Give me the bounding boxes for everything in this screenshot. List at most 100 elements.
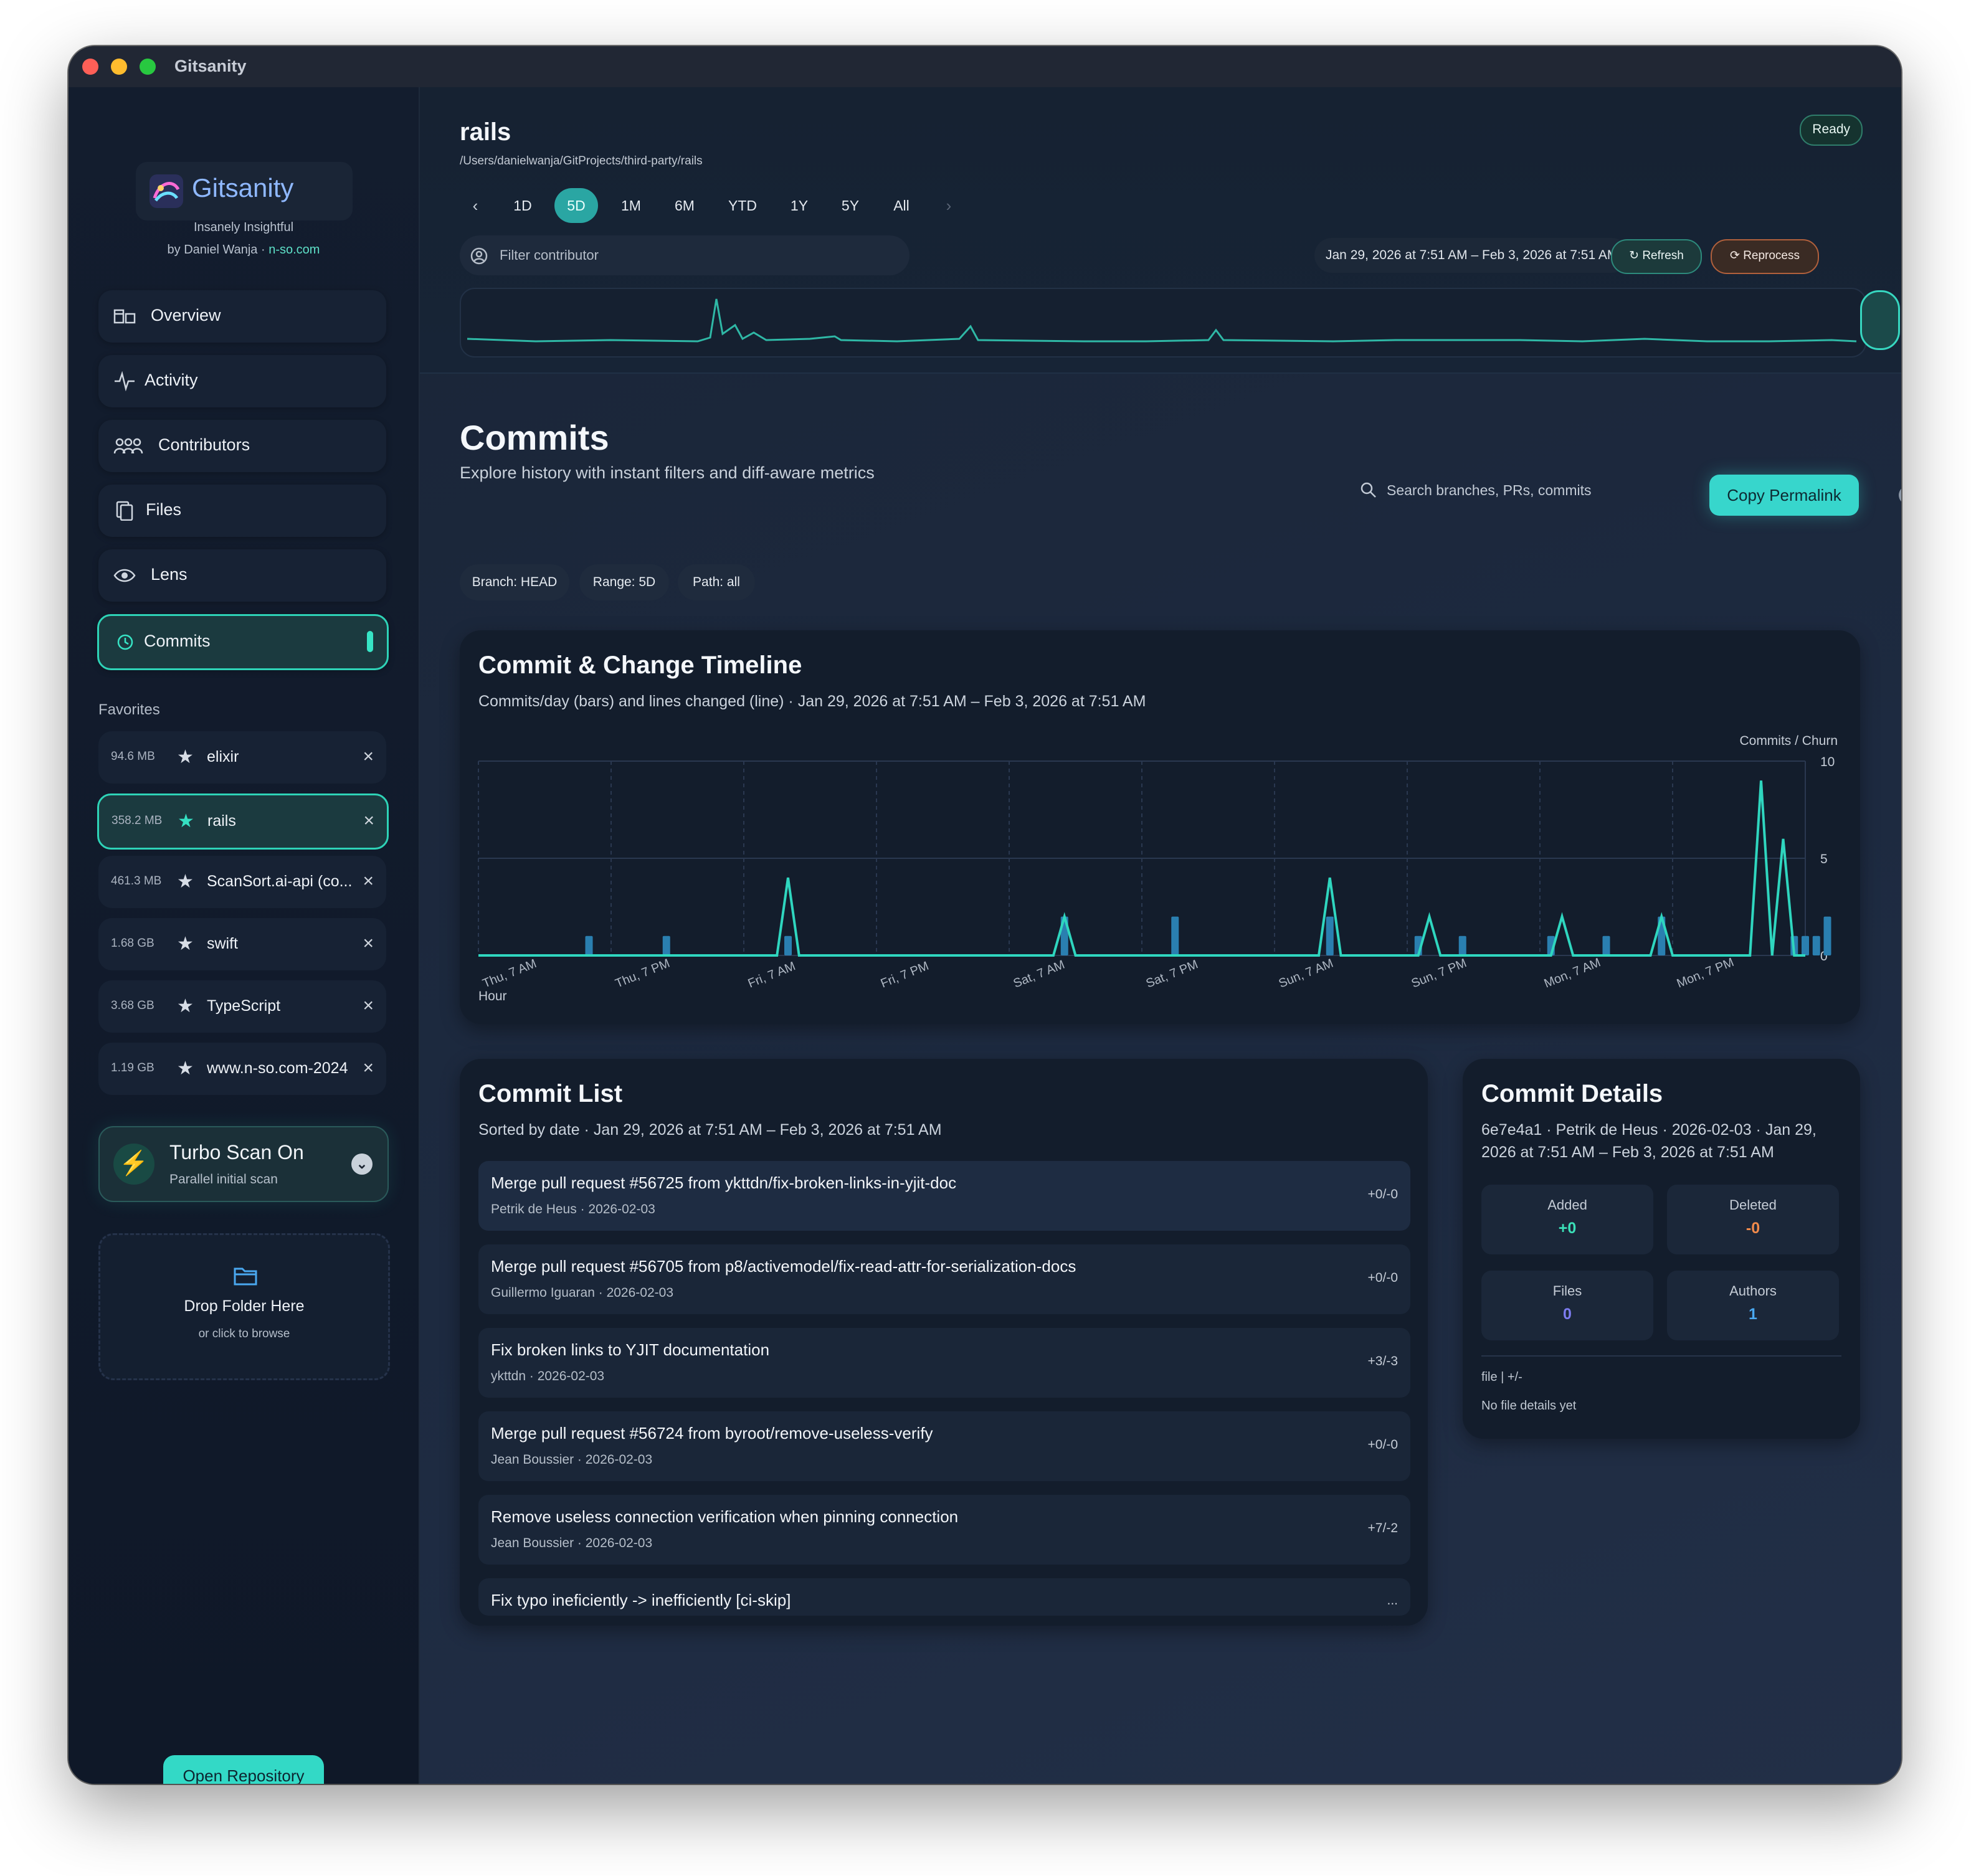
range-1m[interactable]: 1M bbox=[609, 188, 653, 223]
remove-favorite-icon[interactable]: × bbox=[363, 746, 374, 767]
title-bar: Gitsanity bbox=[69, 46, 1901, 88]
commit-diff: +0/-0 bbox=[1367, 1271, 1398, 1285]
bolt-icon: ⚡ bbox=[113, 1144, 154, 1185]
sidebar-item-overview[interactable]: Overview bbox=[98, 290, 386, 343]
chevron-down-icon[interactable]: ⌄ bbox=[351, 1154, 373, 1175]
stat-label: Added bbox=[1547, 1197, 1587, 1213]
star-icon[interactable]: ★ bbox=[177, 871, 194, 893]
sidebar-item-label: Files bbox=[146, 500, 182, 519]
commit-row[interactable]: Fix broken links to YJIT documentation y… bbox=[478, 1328, 1410, 1398]
history-icon bbox=[117, 634, 133, 650]
range-ytd[interactable]: YTD bbox=[718, 188, 767, 223]
open-repository-button[interactable]: Open Repository bbox=[163, 1755, 324, 1784]
refresh-button[interactable]: ↻ Refresh bbox=[1611, 239, 1702, 274]
filter-placeholder: Filter contributor bbox=[500, 247, 599, 263]
chevron-left-icon[interactable]: ‹ bbox=[460, 188, 491, 223]
sidebar-item-label: Overview bbox=[151, 306, 221, 325]
sidebar-item-lens[interactable]: Lens bbox=[98, 549, 386, 602]
sidebar-item-label: Activity bbox=[145, 371, 198, 389]
x-tick-label: Thu, 7 AM bbox=[481, 957, 539, 991]
commit-author: Jean Boussier · 2026-02-03 bbox=[491, 1536, 653, 1550]
window-title: Gitsanity bbox=[174, 57, 247, 75]
empty-state-text: No file details yet bbox=[1481, 1399, 1577, 1413]
x-tick-label: Mon, 7 AM bbox=[1542, 955, 1603, 990]
range-5d[interactable]: 5D bbox=[554, 188, 598, 223]
range-all[interactable]: All bbox=[881, 188, 922, 223]
remove-favorite-icon[interactable]: × bbox=[363, 933, 374, 954]
search-placeholder: Search branches, PRs, commits bbox=[1387, 482, 1592, 498]
star-icon[interactable]: ★ bbox=[177, 995, 194, 1017]
range-sparkline[interactable] bbox=[460, 288, 1866, 358]
timeline-chart: Commits / Churn Hour 0510 Thu, 7 AM Thu, … bbox=[478, 734, 1838, 1003]
branch-chip[interactable]: Branch: HEAD bbox=[460, 564, 569, 600]
range-drag-handle[interactable] bbox=[1860, 290, 1900, 350]
range-5y[interactable]: 5Y bbox=[830, 188, 871, 223]
range-1y[interactable]: 1Y bbox=[779, 188, 820, 223]
star-icon[interactable]: ★ bbox=[178, 810, 194, 832]
commit-bar bbox=[1823, 916, 1831, 955]
commit-message: Remove useless connection verification w… bbox=[491, 1507, 959, 1526]
sidebar: Gitsanity Insanely Insightful by Daniel … bbox=[69, 87, 420, 1784]
sidebar-item-activity[interactable]: Activity bbox=[98, 355, 386, 407]
eye-icon bbox=[113, 569, 136, 582]
commit-row[interactable]: Merge pull request #56724 from byroot/re… bbox=[478, 1411, 1410, 1481]
favorite-item[interactable]: 3.68 GB ★ TypeScript × bbox=[98, 980, 386, 1033]
favorite-item[interactable]: 94.6 MB ★ elixir × bbox=[98, 731, 386, 784]
star-icon[interactable]: ★ bbox=[177, 1058, 194, 1079]
page-title: Commits bbox=[460, 418, 609, 457]
range-1d[interactable]: 1D bbox=[501, 188, 544, 223]
contributor-filter[interactable]: Filter contributor bbox=[460, 235, 910, 275]
commit-row[interactable]: Merge pull request #56725 from ykttdn/fi… bbox=[478, 1161, 1410, 1231]
refresh-label: Refresh bbox=[1642, 249, 1684, 262]
sidebar-item-files[interactable]: Files bbox=[98, 485, 386, 537]
reprocess-icon: ⟳ bbox=[1729, 249, 1744, 262]
drop-zone[interactable]: Drop Folder Here or click to browse bbox=[98, 1233, 390, 1380]
range-6m[interactable]: 6M bbox=[663, 188, 706, 223]
refresh-icon: ↻ bbox=[1629, 249, 1643, 262]
active-indicator bbox=[367, 631, 373, 652]
commit-message: Merge pull request #56724 from byroot/re… bbox=[491, 1424, 933, 1443]
y-tick-label: 5 bbox=[1820, 852, 1828, 866]
search-icon bbox=[1361, 482, 1376, 498]
stat-value: -0 bbox=[1745, 1220, 1760, 1237]
sidebar-item-contributors[interactable]: Contributors bbox=[98, 420, 386, 472]
tagline: Insanely Insightful bbox=[193, 220, 294, 234]
remove-favorite-icon[interactable]: × bbox=[363, 810, 374, 831]
range-chip[interactable]: Range: 5D bbox=[579, 564, 669, 600]
reprocess-button[interactable]: ⟳ Reprocess bbox=[1711, 239, 1819, 274]
commit-row[interactable]: Remove useless connection verification w… bbox=[478, 1495, 1410, 1565]
drop-subtitle: or click to browse bbox=[198, 1327, 290, 1340]
star-icon[interactable]: ★ bbox=[177, 933, 194, 955]
x-tick-label: Thu, 7 PM bbox=[614, 957, 672, 991]
favorite-item[interactable]: 358.2 MB ★ rails × bbox=[97, 794, 389, 850]
remove-favorite-icon[interactable]: × bbox=[363, 1058, 374, 1079]
stat-value: 1 bbox=[1749, 1305, 1757, 1323]
zoom-window-button[interactable] bbox=[140, 59, 156, 75]
x-tick-label: Sun, 7 AM bbox=[1277, 957, 1336, 991]
commit-row[interactable]: Fix typo ineficiently -> inefficiently [… bbox=[478, 1578, 1410, 1616]
remove-favorite-icon[interactable]: × bbox=[363, 995, 374, 1016]
chevron-right-icon[interactable]: › bbox=[933, 188, 964, 223]
close-window-button[interactable] bbox=[82, 59, 98, 75]
commit-diff: +0/-0 bbox=[1367, 1187, 1398, 1201]
minimize-window-button[interactable] bbox=[111, 59, 127, 75]
stat-label: Deleted bbox=[1729, 1197, 1777, 1213]
remove-favorite-icon[interactable]: × bbox=[363, 871, 374, 892]
turbo-scan-toggle[interactable]: ⚡ Turbo Scan On Parallel initial scan ⌄ bbox=[98, 1126, 389, 1202]
author-link[interactable]: n-so.com bbox=[268, 243, 320, 257]
favorite-item[interactable]: 1.68 GB ★ swift × bbox=[98, 918, 386, 970]
date-range-label: Jan 29, 2026 at 7:51 AM – Feb 3, 2026 at… bbox=[1314, 238, 1630, 273]
path-chip[interactable]: Path: all bbox=[678, 564, 755, 600]
search-box[interactable]: Search branches, PRs, commits bbox=[1359, 476, 1633, 507]
main-content: rails /Users/danielwanja/GitProjects/thi… bbox=[420, 87, 1901, 1784]
sidebar-item-commits[interactable]: Commits bbox=[97, 614, 389, 670]
star-icon[interactable]: ★ bbox=[177, 746, 194, 768]
favorite-item[interactable]: 461.3 MB ★ ScanSort.ai-api (co... × bbox=[98, 856, 386, 908]
help-icon[interactable]: ? bbox=[1899, 486, 1901, 505]
turbo-title: Turbo Scan On bbox=[169, 1141, 304, 1163]
commit-author: Guillermo Iguaran · 2026-02-03 bbox=[491, 1286, 673, 1300]
chart-bars bbox=[585, 916, 1831, 955]
favorite-item[interactable]: 1.19 GB ★ www.n-so.com-2024 × bbox=[98, 1043, 386, 1095]
commit-row[interactable]: Merge pull request #56705 from p8/active… bbox=[478, 1244, 1410, 1314]
copy-permalink-button[interactable]: Copy Permalink bbox=[1709, 475, 1859, 516]
